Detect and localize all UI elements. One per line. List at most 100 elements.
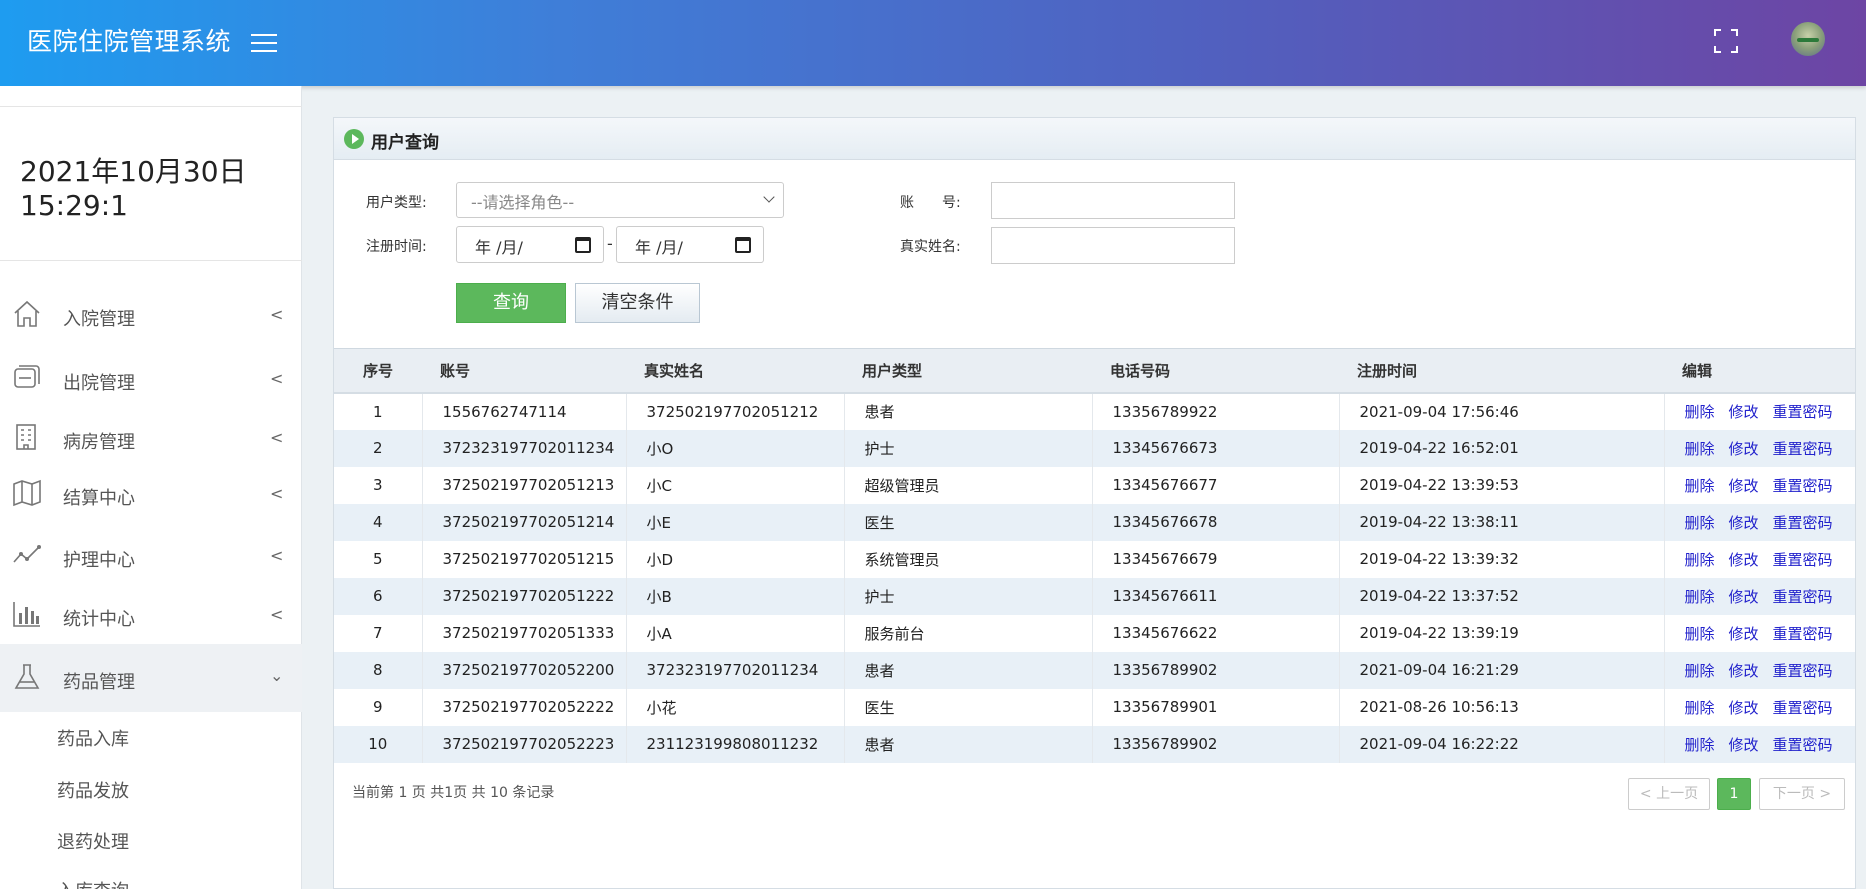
sidebar-subitem-stock-query[interactable]: 入库查询 <box>57 877 129 889</box>
col-header-regtime: 注册时间 <box>1339 348 1664 394</box>
table-row: 5 372502197702051215 小D 系统管理员 13345676679 201… <box>334 540 1855 578</box>
next-page-button[interactable]: 下一页 > <box>1759 778 1845 810</box>
reset-password-link[interactable]: 重置密码 <box>1773 440 1833 458</box>
sidebar-subitem-drug-in[interactable]: 药品入库 <box>57 725 129 751</box>
cell-realname: 小C <box>626 466 845 504</box>
edit-link[interactable]: 修改 <box>1729 477 1759 495</box>
edit-link[interactable]: 修改 <box>1729 662 1759 680</box>
delete-link[interactable]: 删除 <box>1685 440 1715 458</box>
panel-header: 用户查询 <box>334 118 1855 160</box>
prev-page-button[interactable]: < 上一页 <box>1628 778 1710 810</box>
layers-icon <box>14 365 40 388</box>
flask-icon <box>14 664 40 689</box>
reset-password-link[interactable]: 重置密码 <box>1773 477 1833 495</box>
delete-link[interactable]: 删除 <box>1685 588 1715 606</box>
cell-actions: 删除 修改 重置密码 <box>1664 725 1855 763</box>
user-type-select[interactable]: --请选择角色-- <box>456 182 784 218</box>
realname-input[interactable] <box>991 227 1235 264</box>
sidebar-subitem-drug-dispense[interactable]: 药品发放 <box>57 777 129 803</box>
calendar-icon[interactable] <box>575 237 591 253</box>
sidebar-item-label: 结算中心 <box>63 488 135 509</box>
app-title: 医院住院管理系统 <box>27 27 232 56</box>
edit-link[interactable]: 修改 <box>1729 514 1759 532</box>
cell-usertype: 医生 <box>844 688 1093 726</box>
reset-password-link[interactable]: 重置密码 <box>1773 588 1833 606</box>
edit-link[interactable]: 修改 <box>1729 736 1759 754</box>
sidebar-item-label: 入院管理 <box>63 309 135 330</box>
sidebar-item-drugs[interactable]: 药品管理 ⌄ <box>0 644 302 712</box>
table-row: 2 372323197702011234 小O 护士 13345676673 2019-0… <box>334 429 1855 467</box>
cell-account: 372502197702051222 <box>422 577 627 615</box>
edit-link[interactable]: 修改 <box>1729 699 1759 717</box>
cell-account: 1556762747114 <box>422 392 627 430</box>
reset-password-link[interactable]: 重置密码 <box>1773 514 1833 532</box>
map-icon <box>13 479 41 507</box>
sidebar-item-statistics[interactable]: 统计中心 < <box>0 587 302 645</box>
sidebar-subitem-drug-return[interactable]: 退药处理 <box>57 828 129 854</box>
clear-button[interactable]: 清空条件 <box>575 283 700 323</box>
delete-link[interactable]: 删除 <box>1685 625 1715 643</box>
delete-link[interactable]: 删除 <box>1685 403 1715 421</box>
cell-phone: 13345676678 <box>1092 503 1340 541</box>
sidebar-item-nursing[interactable]: 护理中心 < <box>0 528 302 586</box>
cell-phone: 13345676611 <box>1092 577 1340 615</box>
cell-actions: 删除 修改 重置密码 <box>1664 392 1855 430</box>
delete-link[interactable]: 删除 <box>1685 662 1715 680</box>
table-row: 3 372502197702051213 小C 超级管理员 13345676677 201… <box>334 466 1855 504</box>
query-button[interactable]: 查询 <box>456 283 566 323</box>
col-header-usertype: 用户类型 <box>844 348 1092 394</box>
table-row: 9 372502197702052222 小花 医生 13356789901 2021-0… <box>334 688 1855 726</box>
reset-password-link[interactable]: 重置密码 <box>1773 736 1833 754</box>
sidebar-item-discharge[interactable]: 出院管理 < <box>0 351 302 409</box>
cell-realname: 小E <box>626 503 845 541</box>
menu-toggle-icon[interactable] <box>251 34 277 54</box>
col-header-index: 序号 <box>334 348 422 394</box>
delete-link[interactable]: 删除 <box>1685 699 1715 717</box>
col-header-account: 账号 <box>422 348 626 394</box>
sidebar-item-ward[interactable]: 病房管理 < <box>0 410 302 468</box>
sidebar: 2021年10月30日 15:29:1 入院管理 < 出院管理 < 病房管理 <… <box>0 86 302 889</box>
edit-link[interactable]: 修改 <box>1729 625 1759 643</box>
page-1-button[interactable]: 1 <box>1717 778 1751 810</box>
reset-password-link[interactable]: 重置密码 <box>1773 699 1833 717</box>
cell-actions: 删除 修改 重置密码 <box>1664 503 1855 541</box>
cell-realname: 372502197702051212 <box>626 392 845 430</box>
reg-date-end[interactable]: 年 /月/ <box>616 226 764 263</box>
cell-index: 10 <box>334 725 423 763</box>
reg-date-start[interactable]: 年 /月/ <box>456 226 604 263</box>
reset-password-link[interactable]: 重置密码 <box>1773 662 1833 680</box>
reset-password-link[interactable]: 重置密码 <box>1773 625 1833 643</box>
cell-usertype: 系统管理员 <box>844 540 1093 578</box>
cell-regtime: 2021-08-26 10:56:13 <box>1339 688 1665 726</box>
table-row: 8 372502197702052200 372323197702011234 患者 1… <box>334 651 1855 689</box>
col-header-phone: 电话号码 <box>1092 348 1339 394</box>
sidebar-item-admission[interactable]: 入院管理 < <box>0 287 302 345</box>
top-header: 医院住院管理系统 <box>0 0 1866 86</box>
reset-password-link[interactable]: 重置密码 <box>1773 403 1833 421</box>
sidebar-item-settlement[interactable]: 结算中心 < <box>0 466 302 524</box>
reset-password-link[interactable]: 重置密码 <box>1773 551 1833 569</box>
edit-link[interactable]: 修改 <box>1729 551 1759 569</box>
delete-link[interactable]: 删除 <box>1685 514 1715 532</box>
cell-actions: 删除 修改 重置密码 <box>1664 540 1855 578</box>
building-icon <box>16 424 36 450</box>
fullscreen-icon[interactable] <box>1713 28 1739 54</box>
cell-actions: 删除 修改 重置密码 <box>1664 688 1855 726</box>
delete-link[interactable]: 删除 <box>1685 477 1715 495</box>
cell-realname: 372323197702011234 <box>626 651 845 689</box>
clock-box: 2021年10月30日 15:29:1 <box>0 106 302 261</box>
cell-regtime: 2019-04-22 13:39:53 <box>1339 466 1665 504</box>
edit-link[interactable]: 修改 <box>1729 440 1759 458</box>
cell-phone: 13345676677 <box>1092 466 1340 504</box>
panel-title: 用户查询 <box>371 133 439 153</box>
cell-actions: 删除 修改 重置密码 <box>1664 651 1855 689</box>
user-avatar[interactable] <box>1791 22 1825 56</box>
cell-regtime: 2019-04-22 13:39:19 <box>1339 614 1665 652</box>
play-circle-icon <box>344 129 364 149</box>
edit-link[interactable]: 修改 <box>1729 588 1759 606</box>
calendar-icon[interactable] <box>735 237 751 253</box>
edit-link[interactable]: 修改 <box>1729 403 1759 421</box>
account-input[interactable] <box>991 182 1235 219</box>
delete-link[interactable]: 删除 <box>1685 551 1715 569</box>
delete-link[interactable]: 删除 <box>1685 736 1715 754</box>
